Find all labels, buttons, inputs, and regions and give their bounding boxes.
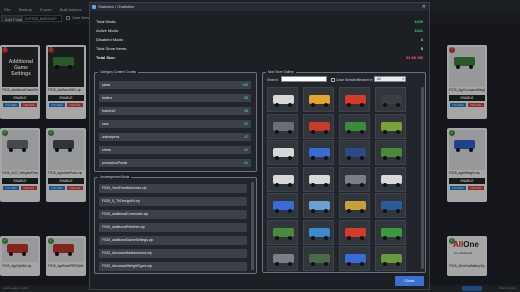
uncategorized-mods-panel: Uncategorized Mods FS25_VersFarmMachines… <box>94 175 257 274</box>
vehicle-image <box>345 148 366 160</box>
vehicle-image <box>273 95 294 107</box>
uncategorized-row[interactable]: FS25_S_ThDesignKit.zip <box>99 197 247 206</box>
checkbox-icon[interactable] <box>331 78 335 82</box>
gallery-item[interactable] <box>339 193 370 218</box>
vehicle-image <box>309 174 330 187</box>
vehicle-image <box>345 121 366 134</box>
uncategorized-row[interactable]: FS25_AdvancedWeightTypes.zip <box>99 262 247 271</box>
gallery-item[interactable] <box>267 87 298 112</box>
gallery-item[interactable] <box>303 140 334 165</box>
uncategorized-row[interactable]: FS25_additionalFieldInfo.zip <box>99 223 247 232</box>
category-row[interactable]: tractorsS 58 <box>99 107 251 115</box>
vehicle-image <box>345 227 366 240</box>
gallery-item[interactable] <box>375 166 406 192</box>
vehicle-image <box>381 254 402 266</box>
gallery-search-input[interactable] <box>281 76 327 82</box>
vehicle-image <box>381 95 402 107</box>
gallery-item[interactable] <box>375 219 406 245</box>
scrollbar[interactable] <box>421 87 424 269</box>
gallery-item[interactable] <box>267 193 298 218</box>
vehicle-image <box>273 121 294 134</box>
gallery-item[interactable] <box>339 113 370 139</box>
gallery-item[interactable] <box>375 140 406 165</box>
gallery-search-in-label: Search in: <box>358 78 374 82</box>
category-row[interactable]: productionPoints 41 <box>99 159 251 167</box>
gallery-item[interactable] <box>303 219 334 245</box>
category-row[interactable]: animalpens 47 <box>99 133 251 141</box>
uncategorized-row[interactable]: FS25_AdvancedMaintenance.zip <box>99 249 247 258</box>
vehicle-image <box>309 148 330 160</box>
uncategorized-row[interactable]: FS25_additionalCurrencies.zip <box>99 210 247 219</box>
gallery-item[interactable] <box>339 140 370 165</box>
vehicle-image <box>345 201 366 213</box>
category-row[interactable]: pleas 145 <box>99 81 251 89</box>
vehicle-image <box>309 201 330 213</box>
gallery-item[interactable] <box>303 246 334 271</box>
category-row[interactable]: sheds 41 <box>99 146 251 154</box>
vehicle-image <box>273 201 294 213</box>
vehicle-image <box>273 148 294 160</box>
vehicle-image <box>309 227 330 240</box>
vehicle-image <box>345 254 366 266</box>
gallery-item[interactable] <box>267 219 298 245</box>
gallery-item[interactable] <box>267 246 298 271</box>
vehicle-image <box>273 174 294 187</box>
vehicle-image <box>309 254 330 266</box>
scrollbar[interactable] <box>251 182 254 270</box>
gallery-item[interactable] <box>303 113 334 139</box>
gallery-item[interactable] <box>303 166 334 192</box>
gallery-item[interactable] <box>267 166 298 192</box>
stat-total-size: Total Size: 33.98 GB <box>96 55 423 60</box>
vehicle-image <box>309 95 330 107</box>
app-icon <box>92 5 96 9</box>
gallery-search-in-select[interactable]: All <box>374 76 406 82</box>
close-button[interactable]: Close <box>395 276 424 286</box>
gallery-item[interactable] <box>339 219 370 245</box>
gallery-item[interactable] <box>375 87 406 112</box>
stat-store-items: Total Store Items: 0 <box>96 46 423 51</box>
vehicle-image <box>381 121 402 134</box>
gallery-item[interactable] <box>375 113 406 139</box>
gallery-item[interactable] <box>339 166 370 192</box>
uncategorized-row[interactable]: FS25_additionalGameSettings.zip <box>99 236 247 245</box>
category-counts-panel: Category Content Counts pleas 145 trailer… <box>94 70 257 172</box>
panel-title: Uncategorized Mods <box>98 175 132 179</box>
gallery-item[interactable] <box>339 246 370 271</box>
stat-active-mods: Active Mods: 1341 <box>96 28 423 33</box>
vehicle-image <box>273 227 294 240</box>
close-icon[interactable]: ✕ <box>422 3 426 11</box>
panel-title: Category Content Counts <box>98 70 138 74</box>
gallery-item[interactable] <box>375 246 406 271</box>
gallery-item[interactable] <box>267 113 298 139</box>
vehicle-image <box>345 174 366 187</box>
statistics-dialog: Statistics / Gratistiter ✕ Total Mods: 1… <box>89 2 430 290</box>
gallery-item[interactable] <box>303 87 334 112</box>
vehicle-image <box>381 227 402 240</box>
gallery-item[interactable] <box>339 87 370 112</box>
dialog-title-bar: Statistics / Gratistiter ✕ <box>90 3 429 11</box>
mod-store-gallery-panel: Mod Store Gallery Search: Case Sensitive… <box>262 70 426 273</box>
vehicle-image <box>381 201 402 213</box>
gallery-item[interactable] <box>375 193 406 218</box>
vehicle-image <box>345 95 366 107</box>
vehicle-image <box>381 174 402 187</box>
stats-summary: Total Mods: 1449 Active Mods: 1341 Disab… <box>96 17 423 65</box>
panel-title: Mod Store Gallery <box>266 70 296 74</box>
stat-disabled-mods: Disabled Mods: 8 <box>96 37 423 42</box>
category-row[interactable]: cars 52 <box>99 120 251 128</box>
vehicle-image <box>273 254 294 266</box>
uncategorized-row[interactable]: FS25_VersFarmMachines.zip <box>99 184 247 193</box>
vehicle-image <box>381 148 402 160</box>
gallery-item[interactable] <box>303 193 334 218</box>
gallery-item[interactable] <box>267 140 298 165</box>
category-row[interactable]: trailers 58 <box>99 94 251 102</box>
gallery-search-label: Search: <box>267 78 279 82</box>
dialog-title: Statistics / Gratistiter <box>98 4 135 9</box>
gallery-case-toggle[interactable]: Case Sensitive <box>331 78 359 82</box>
vehicle-image <box>309 121 330 134</box>
stat-total-mods: Total Mods: 1449 <box>96 19 423 24</box>
